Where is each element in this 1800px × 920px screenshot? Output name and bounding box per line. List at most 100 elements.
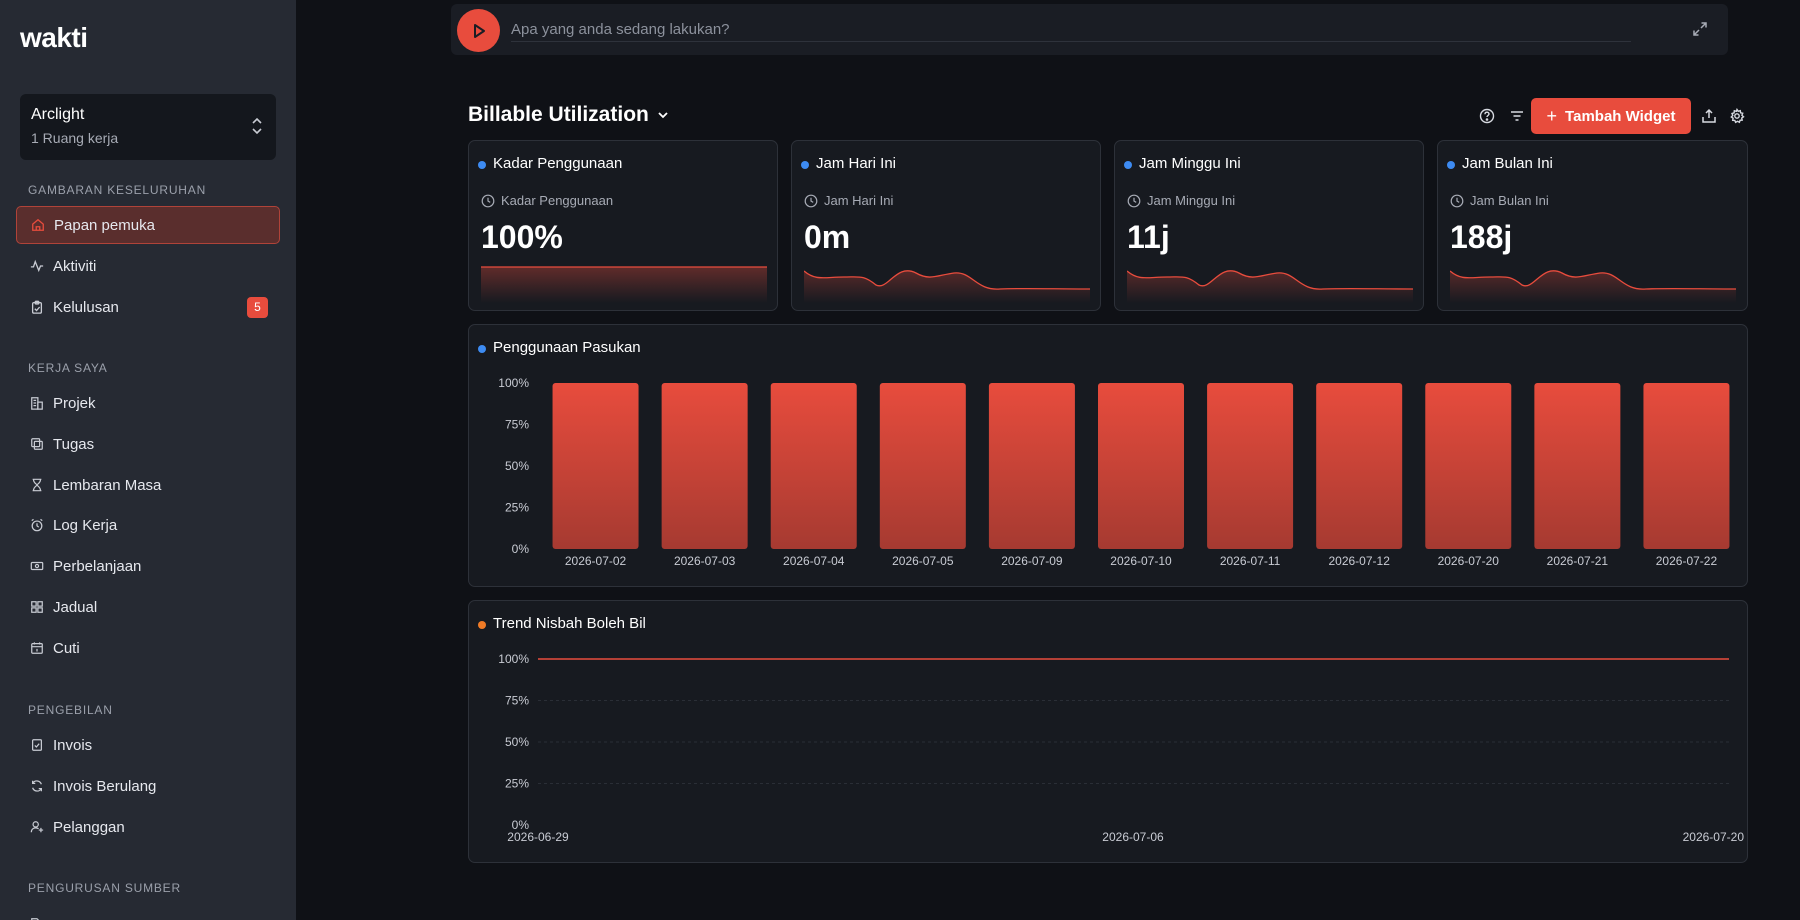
x-tick-label: 2026-06-29 — [507, 830, 569, 844]
sidebar-item-dashboard[interactable]: Papan pemuka — [16, 206, 280, 244]
status-dot — [478, 161, 486, 169]
sidebar-item-label: Log Kerja — [53, 516, 118, 534]
bar[interactable] — [1316, 383, 1403, 549]
sidebar-item-leave[interactable]: Cuti — [16, 629, 280, 667]
workspace-count: 1 Ruang kerja — [31, 130, 119, 146]
sidebar-item-activity[interactable]: Aktiviti — [16, 247, 280, 285]
bar[interactable] — [552, 383, 639, 549]
sparkline — [804, 270, 1090, 303]
sidebar-item-invoices[interactable]: Invois — [16, 726, 280, 764]
x-tick-label: 2026-07-05 — [892, 554, 954, 568]
clock-icon — [804, 194, 818, 207]
sidebar-item-label: Kelulusan — [53, 298, 119, 316]
x-tick-label: 2026-07-11 — [1220, 554, 1281, 568]
bar[interactable] — [661, 383, 748, 549]
status-dot — [801, 161, 809, 169]
banknote-icon — [30, 559, 44, 573]
card-title: Jam Hari Ini — [816, 155, 897, 172]
hourglass-icon — [30, 478, 44, 492]
building-icon — [30, 396, 44, 410]
sidebar-item-label: Perbelanjaan — [53, 557, 142, 575]
sidebar-item-clients[interactable]: Pelanggan — [16, 808, 280, 846]
sidebar-item-label: Papan pemuka — [54, 216, 155, 234]
sidebar-item-schedule[interactable]: Jadual — [16, 588, 280, 626]
sidebar-item-label: Projek — [53, 394, 96, 412]
add-widget-button[interactable]: + Tambah Widget — [1531, 98, 1691, 134]
settings-icon[interactable] — [1727, 106, 1747, 126]
bar[interactable] — [1643, 383, 1730, 549]
filter-icon[interactable] — [1507, 106, 1527, 126]
y-tick-label: 50% — [505, 735, 529, 749]
activity-icon — [30, 259, 44, 273]
stat-card-utilization-rate[interactable]: Kadar Penggunaan Kadar Penggunaan 100% — [468, 140, 778, 311]
stat-value: 0m — [804, 219, 851, 255]
start-timer-button[interactable] — [457, 9, 500, 52]
workspace-switcher[interactable]: Arclight 1 Ruang kerja — [20, 94, 276, 160]
card-title: Jam Minggu Ini — [1139, 155, 1241, 172]
sidebar-item-timesheets[interactable]: Lembaran Masa — [16, 466, 280, 504]
dashboard-selector[interactable]: Billable Utilization — [468, 103, 669, 127]
x-tick-label: 2026-07-20 — [1438, 554, 1500, 568]
y-tick-label: 75% — [505, 694, 529, 708]
sidebar: wakti Arclight 1 Ruang kerja GAMBARAN KE… — [0, 0, 296, 920]
expand-icon[interactable] — [1692, 21, 1710, 39]
x-tick-label: 2026-07-12 — [1328, 554, 1390, 568]
y-tick-label: 100% — [498, 652, 529, 666]
bar-chart: 0% 25% 50% 75% 100% 2026-07-02 2026-07-03 2026-… — [498, 376, 1730, 568]
bar[interactable] — [879, 383, 966, 549]
timer-bar — [451, 4, 1728, 55]
tasks-icon — [30, 437, 44, 451]
export-icon[interactable] — [1699, 106, 1719, 126]
sidebar-item-tasks[interactable]: Tugas — [16, 425, 280, 463]
x-tick-label: 2026-07-22 — [1656, 554, 1718, 568]
sidebar-item-work-log[interactable]: Log Kerja — [16, 506, 280, 544]
stat-subtitle: Jam Bulan Ini — [1450, 193, 1549, 208]
bar[interactable] — [1425, 383, 1512, 549]
sidebar-item-partial[interactable] — [16, 905, 280, 920]
sidebar-item-label: Tugas — [53, 435, 95, 453]
invoice-icon — [30, 738, 44, 752]
help-icon[interactable] — [1477, 106, 1497, 126]
y-tick-label: 25% — [505, 777, 529, 791]
card-title: Jam Bulan Ini — [1462, 155, 1553, 172]
status-dot — [1447, 161, 1455, 169]
timer-description-input[interactable] — [511, 18, 1631, 42]
chevron-up-down-icon — [250, 116, 264, 138]
line-chart: 0%25%50%75%100%2026-06-29 2026-07-06 2026-… — [498, 652, 1744, 844]
sparkline — [481, 266, 767, 303]
bar[interactable] — [1534, 383, 1621, 549]
sidebar-item-label: Invois — [53, 736, 93, 754]
bar[interactable] — [1207, 383, 1294, 549]
app-logo[interactable]: wakti — [20, 22, 88, 54]
clock-icon — [1127, 194, 1141, 207]
card-title: Kadar Penggunaan — [493, 155, 623, 172]
sidebar-item-projects[interactable]: Projek — [16, 384, 280, 422]
stat-card-hours-this-week[interactable]: Jam Minggu Ini Jam Minggu Ini 11j — [1114, 140, 1424, 311]
clock-icon — [481, 194, 495, 207]
sidebar-item-label: Aktiviti — [53, 257, 97, 275]
grid-icon — [30, 600, 44, 614]
play-icon — [473, 23, 485, 38]
toolbar — [1477, 98, 1527, 134]
sidebar-item-recurring-invoices[interactable]: Invois Berulang — [16, 767, 280, 805]
clock-icon — [1450, 194, 1464, 207]
toolbar-right — [1699, 98, 1747, 134]
sidebar-item-expenses[interactable]: Perbelanjaan — [16, 547, 280, 585]
bar[interactable] — [770, 383, 857, 549]
bar[interactable] — [988, 383, 1075, 549]
workspace-name: Arclight — [31, 106, 85, 123]
bar[interactable] — [1098, 383, 1184, 549]
sidebar-item-approvals[interactable]: Kelulusan 5 — [16, 288, 280, 326]
section-label-resource-management: PENGURUSAN SUMBER — [28, 881, 181, 895]
stat-subtitle: Kadar Penggunaan — [481, 193, 613, 208]
section-label-overview: GAMBARAN KESELURUHAN — [28, 183, 207, 197]
stat-card-hours-today[interactable]: Jam Hari Ini Jam Hari Ini 0m — [791, 140, 1101, 311]
x-tick-label: 2026-07-10 — [1110, 554, 1172, 568]
sidebar-item-label: Lembaran Masa — [53, 476, 162, 494]
stat-card-hours-this-month[interactable]: Jam Bulan Ini Jam Bulan Ini 188j — [1437, 140, 1748, 311]
sidebar-item-label: Cuti — [53, 639, 80, 657]
x-tick-label: 2026-07-03 — [674, 554, 736, 568]
main-content: Billable Utilization + Tambah Widget Kad… — [296, 0, 1800, 920]
team-utilization-chart-card: Penggunaan Pasukan 0% 25% 50% 75% 100% 2026-0… — [468, 324, 1748, 587]
home-icon — [31, 218, 45, 232]
